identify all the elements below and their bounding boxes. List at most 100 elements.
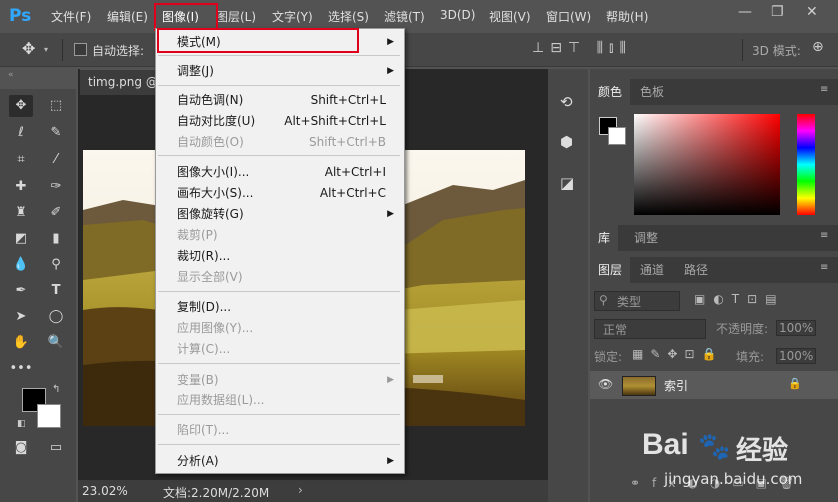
options-bar: ✥ ▾ 自动选择: ⊥⊟⊤ ⫼⫾⫼ 3D 模式: ⊕	[0, 33, 838, 67]
lasso-tool-icon[interactable]: ℓ	[9, 122, 33, 144]
menu-item-canvas-size[interactable]: 画布大小(S)... Alt+Ctrl+C	[156, 183, 402, 203]
align-icons[interactable]: ⊥⊟⊤ ⫼⫾⫼	[532, 40, 632, 56]
watermark-brand: Bai	[642, 428, 689, 461]
marquee-tool-icon[interactable]: ⬚	[44, 95, 68, 117]
more-tools-icon[interactable]: •••	[9, 358, 33, 380]
tab-color[interactable]: 颜色	[590, 79, 631, 105]
brush-tool-icon[interactable]: ✑	[44, 176, 68, 198]
eyedropper-tool-icon[interactable]: ⁄	[44, 149, 68, 171]
quick-mask-icon[interactable]: ◙	[9, 437, 33, 459]
menu-item-analysis[interactable]: 分析(A) ▶	[156, 451, 402, 471]
menu-separator	[158, 414, 400, 415]
history-brush-tool-icon[interactable]: ✐	[44, 202, 68, 224]
chevron-right-icon[interactable]: ›	[298, 483, 303, 497]
hue-slider[interactable]	[797, 114, 815, 215]
screen-mode-icon[interactable]: ▭	[44, 437, 68, 459]
layer-name[interactable]: 索引	[664, 377, 688, 394]
blend-mode-value: 正常	[603, 323, 628, 337]
menu-type[interactable]: 文字(Y)	[272, 8, 313, 25]
panel-menu-icon[interactable]: ≡	[820, 230, 828, 241]
menu-item-auto-color: 自动颜色(O) Shift+Ctrl+B	[177, 135, 386, 149]
tab-library[interactable]: 库	[590, 225, 619, 251]
move-tool-icon[interactable]: ✥	[9, 95, 33, 117]
zoom-tool-icon[interactable]: 🔍	[44, 332, 68, 354]
menu-window[interactable]: 窗口(W)	[546, 8, 591, 25]
tab-swatches[interactable]: 色板	[632, 79, 673, 105]
panel-menu-icon[interactable]: ≡	[820, 262, 828, 273]
menu-3d[interactable]: 3D(D)	[440, 8, 475, 22]
menu-view[interactable]: 视图(V)	[489, 8, 531, 25]
stamp-tool-icon[interactable]: ♜	[9, 202, 33, 224]
layer-row[interactable]: 👁 索引 🔒	[590, 371, 838, 399]
ellipse-tool-icon[interactable]: ◯	[44, 306, 68, 328]
opacity-value[interactable]: 100%	[776, 320, 817, 336]
menu-item-image-size[interactable]: 图像大小(I)... Alt+Ctrl+I	[156, 162, 402, 182]
submenu-arrow-icon: ▶	[387, 37, 394, 47]
quick-select-tool-icon[interactable]: ✎	[44, 122, 68, 144]
doc-info: 文档:2.20M/2.20M	[163, 486, 270, 500]
document-tab[interactable]: timg.png @	[80, 69, 162, 95]
crop-tool-icon[interactable]: ⌗	[9, 149, 33, 171]
menu-layer[interactable]: 图层(L)	[216, 8, 256, 25]
3d-rotate-icon[interactable]: ⊕	[812, 39, 824, 55]
submenu-arrow-icon: ▶	[387, 209, 394, 219]
swap-colors-icon[interactable]: ↰	[52, 384, 60, 395]
collapse-icon[interactable]: «	[8, 70, 14, 80]
menu-help[interactable]: 帮助(H)	[606, 8, 648, 25]
menu-filter[interactable]: 滤镜(T)	[384, 8, 425, 25]
menu-separator	[158, 55, 400, 56]
auto-select-checkbox[interactable]	[74, 43, 87, 56]
panel-menu-icon[interactable]: ≡	[820, 84, 828, 95]
menu-item-trim[interactable]: 裁切(R)...	[156, 246, 402, 266]
menu-edit[interactable]: 编辑(E)	[107, 8, 148, 25]
menu-select[interactable]: 选择(S)	[328, 8, 369, 25]
move-tool-icon: ✥	[22, 39, 36, 58]
properties-icon[interactable]: ◪	[560, 174, 574, 192]
menu-item-auto-contrast[interactable]: 自动对比度(U) Alt+Shift+Ctrl+L	[156, 111, 402, 131]
zoom-level[interactable]: 23.02%	[82, 484, 128, 498]
menu-separator	[158, 363, 400, 364]
layer-thumbnail	[622, 376, 656, 396]
menu-separator	[158, 155, 400, 156]
color-field[interactable]	[634, 114, 780, 215]
eraser-tool-icon[interactable]: ◩	[9, 228, 33, 250]
eye-icon[interactable]: 👁	[598, 377, 613, 391]
healing-tool-icon[interactable]: ✚	[9, 176, 33, 198]
tab-channels[interactable]: 通道	[632, 257, 673, 283]
gradient-tool-icon[interactable]: ▮	[44, 228, 68, 250]
mode-3d-label: 3D 模式:	[752, 44, 801, 58]
lock-icons[interactable]: ▦✎✥⊡🔒	[632, 347, 723, 361]
pen-tool-icon[interactable]: ✒	[9, 280, 33, 302]
minimize-button[interactable]: —	[738, 4, 752, 20]
dodge-tool-icon[interactable]: ⚲	[44, 254, 68, 276]
bg-color-chip[interactable]	[608, 127, 626, 145]
history-icon[interactable]: ⟲	[560, 93, 573, 111]
3d-object-icon[interactable]: ⬢	[560, 133, 573, 151]
chevron-down-icon[interactable]: ▾	[44, 45, 48, 54]
layer-filter-select[interactable]: ⚲ 类型	[594, 291, 680, 311]
close-button[interactable]: ✕	[806, 4, 818, 20]
blur-tool-icon[interactable]: 💧	[9, 254, 33, 276]
type-tool-icon[interactable]: T	[44, 280, 68, 302]
filter-icons[interactable]: ▣◐T⊡▤	[694, 292, 785, 306]
menu-item-image-rotation[interactable]: 图像旋转(G) ▶	[156, 204, 402, 224]
menu-file[interactable]: 文件(F)	[51, 8, 91, 25]
tab-adjustments[interactable]: 调整	[626, 225, 667, 251]
photoshop-logo: Ps	[9, 6, 32, 26]
divider	[62, 39, 63, 61]
menu-item-trap: 陷印(T)...	[177, 423, 230, 437]
menu-item-auto-tone[interactable]: 自动色调(N) Shift+Ctrl+L	[156, 90, 402, 110]
maximize-button[interactable]: ❐	[771, 4, 784, 20]
fill-value[interactable]: 100%	[776, 348, 817, 364]
hand-tool-icon[interactable]: ✋	[9, 332, 33, 354]
path-select-tool-icon[interactable]: ➤	[9, 306, 33, 328]
menu-item-adjustments[interactable]: 调整(J) ▶	[156, 61, 402, 81]
menu-separator	[158, 85, 400, 86]
menu-image-highlight	[154, 3, 218, 31]
tab-paths[interactable]: 路径	[676, 257, 717, 283]
blend-mode-select[interactable]: 正常	[594, 319, 706, 339]
default-colors-icon[interactable]: ◧	[17, 419, 26, 429]
background-color-swatch[interactable]	[37, 404, 61, 428]
tab-layers[interactable]: 图层	[590, 257, 631, 283]
menu-item-duplicate[interactable]: 复制(D)...	[156, 297, 402, 317]
